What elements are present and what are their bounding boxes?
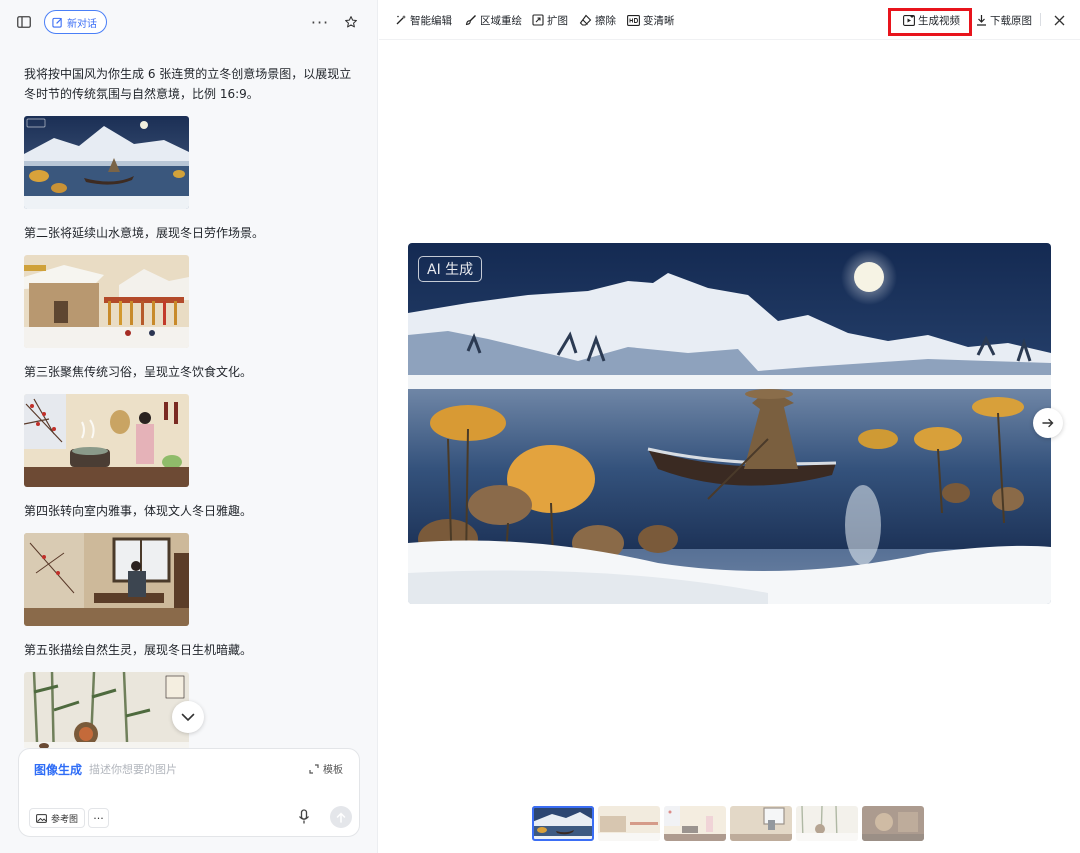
filmstrip-thumb[interactable] bbox=[730, 806, 792, 841]
filmstrip-thumb[interactable] bbox=[532, 806, 594, 841]
eraser-icon bbox=[579, 14, 592, 26]
image-toolbar: 智能编辑 区域重绘 扩图 擦除 变清晰 生成视频 下载原图 bbox=[379, 0, 1080, 40]
generated-image-thumb[interactable] bbox=[24, 255, 189, 348]
arrow-up-icon bbox=[336, 811, 346, 823]
prompt-input[interactable] bbox=[89, 759, 289, 779]
filmstrip-thumb[interactable] bbox=[796, 806, 858, 841]
brush-icon bbox=[465, 15, 476, 26]
video-add-icon bbox=[903, 14, 915, 26]
generated-image-thumb[interactable] bbox=[24, 672, 189, 748]
reference-image-button[interactable]: 参考图 bbox=[29, 808, 86, 828]
scroll-to-bottom-button[interactable] bbox=[172, 701, 204, 733]
next-image-button[interactable] bbox=[1033, 408, 1063, 438]
filmstrip-thumb[interactable] bbox=[862, 806, 924, 841]
expand-icon bbox=[532, 14, 544, 26]
smart-edit-label: 智能编辑 bbox=[410, 14, 452, 27]
sidebar-toggle-icon[interactable] bbox=[14, 12, 34, 32]
generate-video-button[interactable]: 生成视频 bbox=[903, 12, 960, 28]
erase-button[interactable]: 擦除 bbox=[579, 12, 616, 28]
expand-image-label: 扩图 bbox=[547, 14, 568, 27]
new-chat-button[interactable]: 新对话 bbox=[44, 10, 107, 34]
region-redraw-button[interactable]: 区域重绘 bbox=[465, 12, 522, 28]
generated-image-thumb[interactable] bbox=[24, 533, 189, 626]
upscale-button[interactable]: 变清晰 bbox=[627, 12, 675, 28]
main-image-viewer[interactable] bbox=[408, 243, 1051, 604]
assistant-message: 我将按中国风为你生成 6 张连贯的立冬创意场景图，以展现立冬时节的传统氛围与自然… bbox=[24, 67, 352, 101]
chat-panel: 新对话 ··· 我将按中国风为你生成 6 张连贯的立冬创意场景图，以展现立冬时节… bbox=[0, 0, 378, 853]
image-icon bbox=[36, 813, 47, 823]
prompt-composer: 图像生成 模板 参考图 ··· bbox=[18, 748, 360, 837]
image-generation-mode[interactable]: 图像生成 bbox=[34, 761, 82, 778]
expand-image-button[interactable]: 扩图 bbox=[532, 12, 568, 28]
download-original-label: 下载原图 bbox=[990, 14, 1032, 27]
filmstrip-thumb[interactable] bbox=[598, 806, 660, 841]
star-icon[interactable] bbox=[341, 11, 361, 33]
arrow-right-icon bbox=[1042, 418, 1054, 428]
send-button[interactable] bbox=[330, 806, 352, 828]
assistant-message: 第二张将延续山水意境，展现冬日劳作场景。 bbox=[24, 226, 265, 240]
download-original-button[interactable]: 下载原图 bbox=[976, 12, 1032, 28]
chat-header: 新对话 ··· bbox=[0, 0, 378, 44]
template-label: 模板 bbox=[323, 765, 343, 776]
expand-corner-icon bbox=[309, 763, 319, 774]
toolbar-divider bbox=[1040, 13, 1041, 26]
more-options-icon[interactable]: ··· bbox=[309, 12, 331, 32]
assistant-message: 第四张转向室内雅事，体现文人冬日雅趣。 bbox=[24, 504, 253, 518]
upscale-label: 变清晰 bbox=[643, 14, 675, 27]
filmstrip-thumb[interactable] bbox=[664, 806, 726, 841]
assistant-message: 第三张聚焦传统习俗，呈现立冬饮食文化。 bbox=[24, 365, 253, 379]
region-redraw-label: 区域重绘 bbox=[480, 14, 522, 27]
download-icon bbox=[977, 15, 986, 26]
erase-label: 擦除 bbox=[595, 14, 616, 27]
smart-edit-button[interactable]: 智能编辑 bbox=[395, 12, 452, 28]
chat-history[interactable]: 我将按中国风为你生成 6 张连贯的立冬创意场景图，以展现立冬时节的传统氛围与自然… bbox=[24, 64, 364, 748]
ai-generated-badge: AI 生成 bbox=[418, 256, 483, 282]
microphone-icon[interactable] bbox=[295, 807, 313, 827]
generate-video-label: 生成视频 bbox=[918, 14, 960, 27]
hd-icon bbox=[627, 14, 640, 26]
template-button[interactable]: 模板 bbox=[309, 761, 343, 776]
chevron-down-icon bbox=[181, 713, 195, 721]
more-tools-button[interactable]: ··· bbox=[88, 808, 109, 828]
image-filmstrip bbox=[532, 806, 924, 841]
assistant-message: 第五张描绘自然生灵，展现冬日生机暗藏。 bbox=[24, 643, 253, 657]
new-chat-label: 新对话 bbox=[67, 18, 97, 30]
close-icon[interactable] bbox=[1050, 11, 1068, 29]
generated-image-thumb[interactable] bbox=[24, 394, 189, 487]
magic-wand-icon bbox=[396, 15, 406, 25]
edit-icon bbox=[52, 17, 63, 28]
reference-image-label: 参考图 bbox=[51, 814, 79, 825]
generated-image-thumb[interactable] bbox=[24, 116, 189, 209]
